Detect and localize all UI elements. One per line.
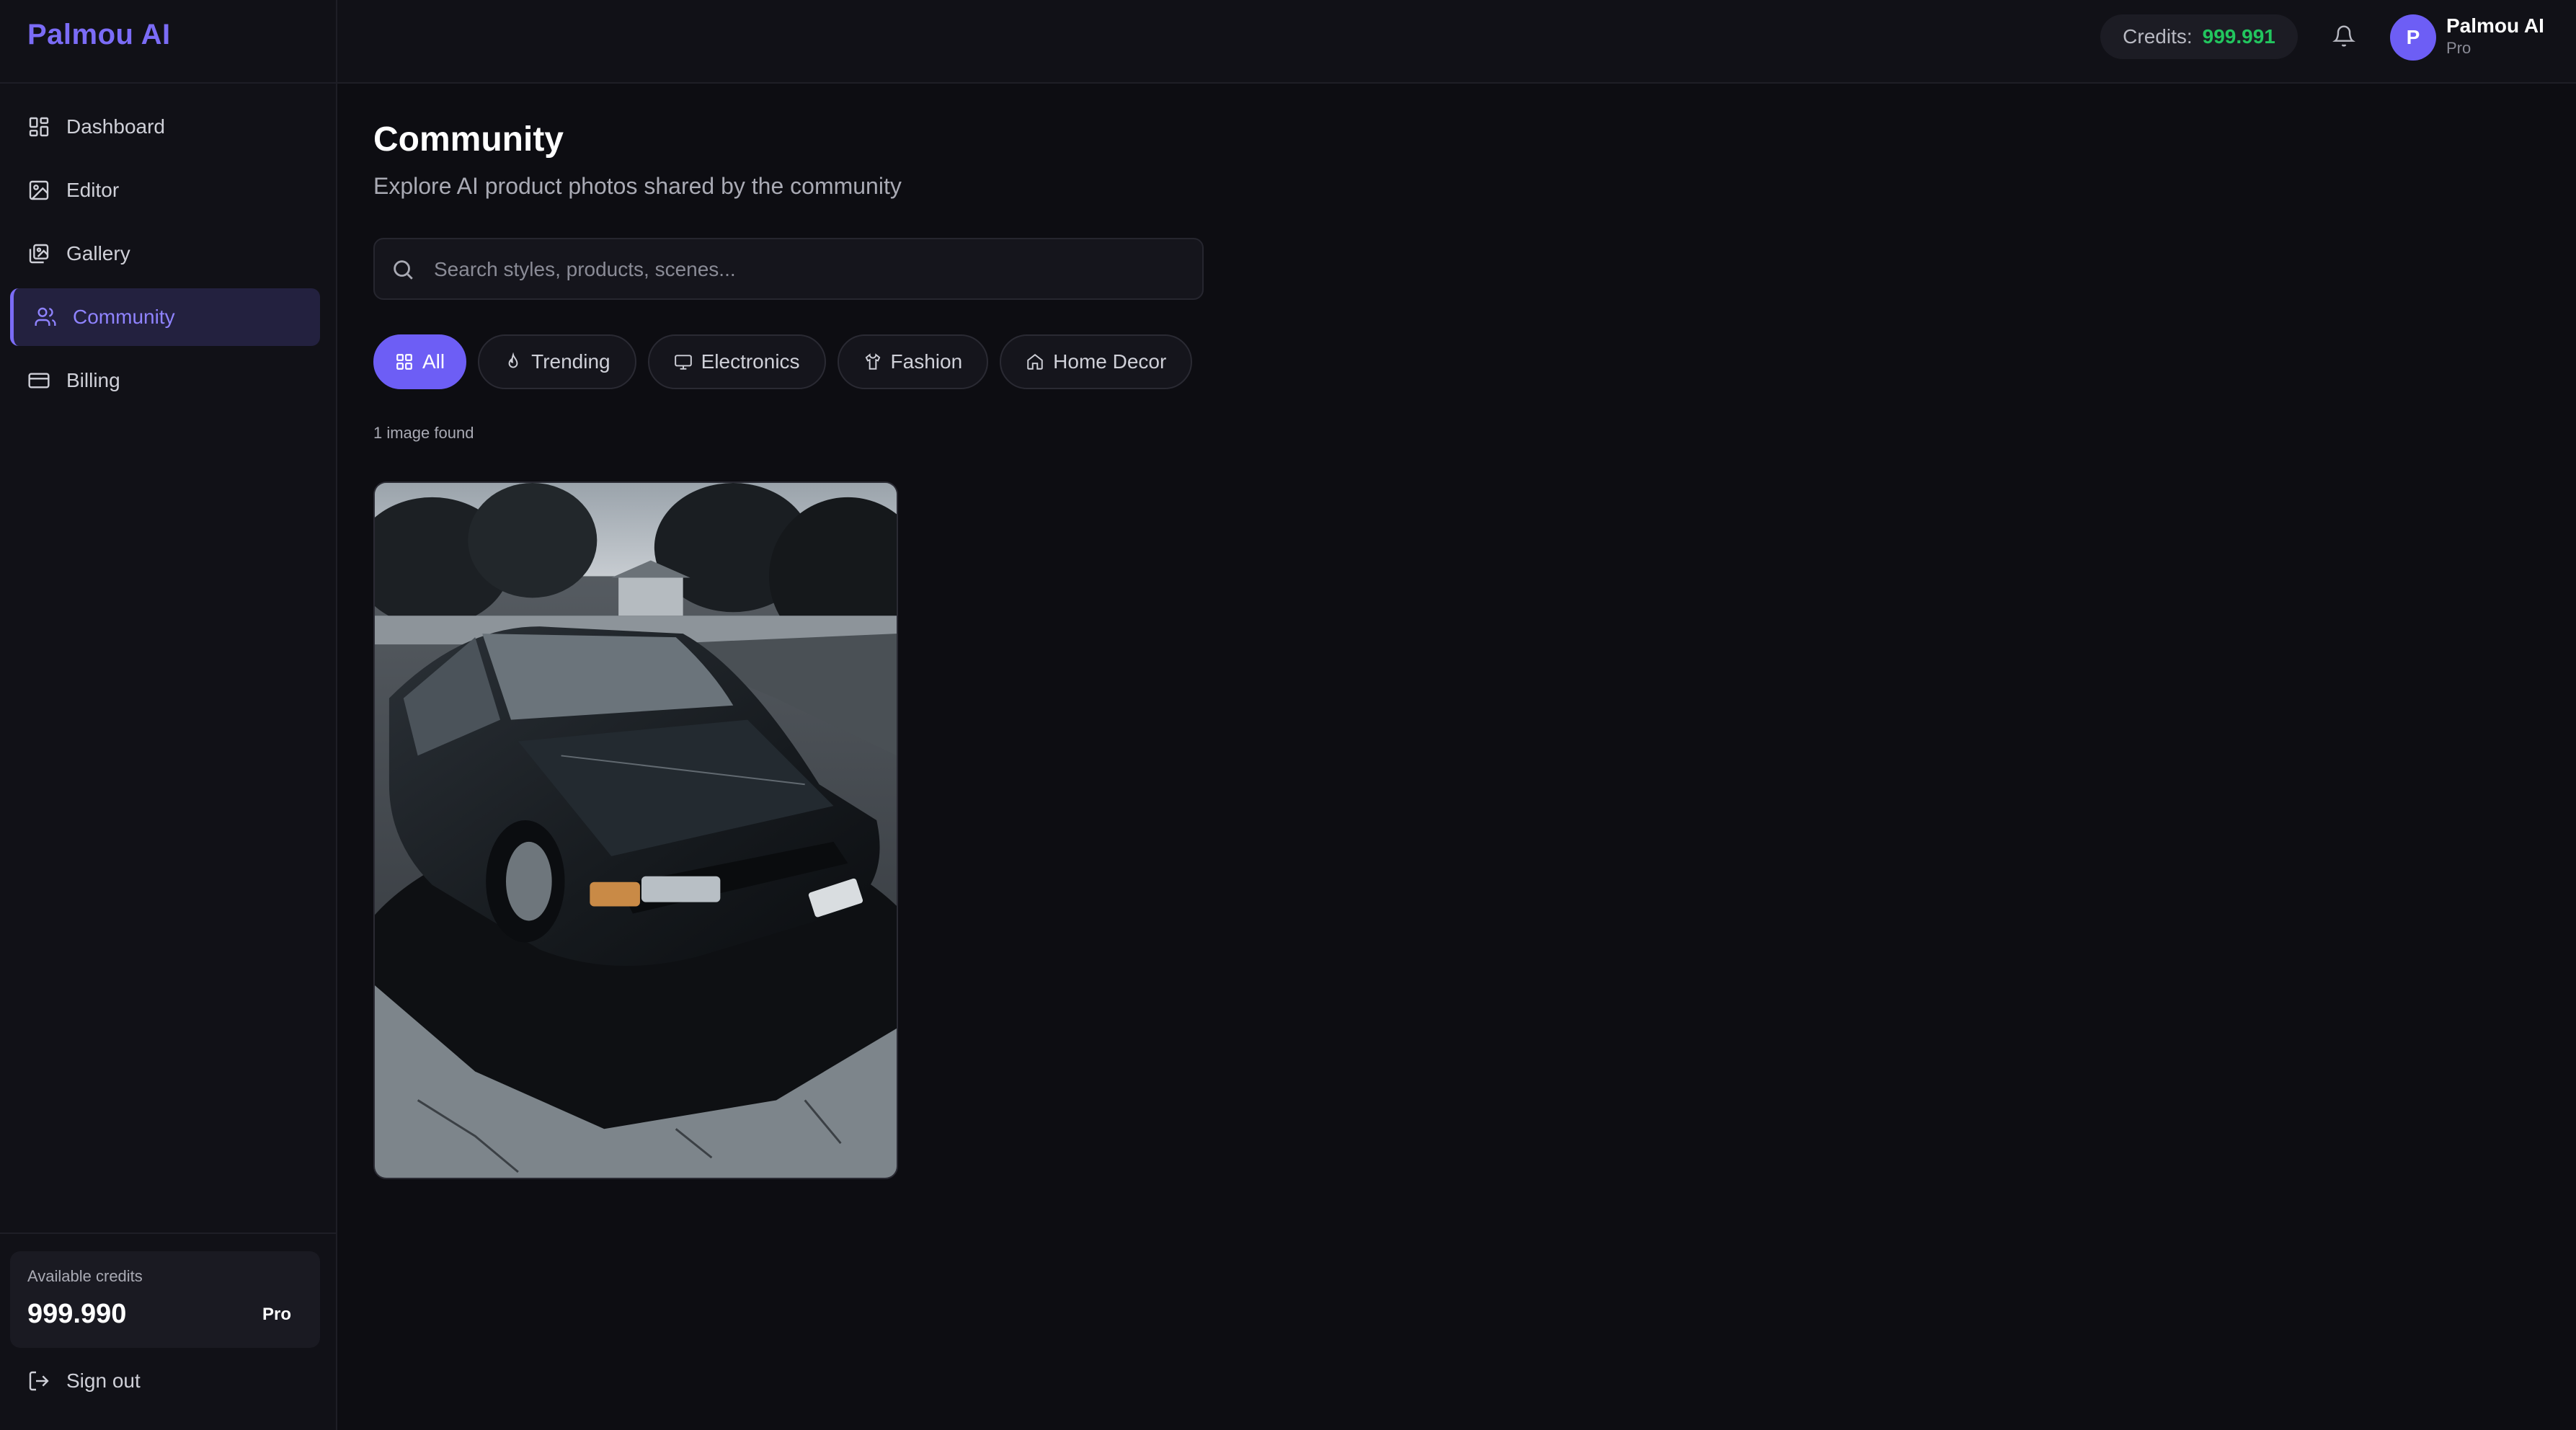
result-count: 1 image found xyxy=(373,424,474,442)
home-icon xyxy=(1027,354,1043,370)
sidebar: Palmou AI Dashboard Editor Gallery Commu… xyxy=(0,0,337,1430)
page-subtitle: Explore AI product photos shared by the … xyxy=(373,173,902,199)
search-bar xyxy=(373,238,1204,300)
sidebar-item-label: Community xyxy=(73,306,175,328)
credit-card-icon xyxy=(28,373,50,388)
sidebar-item-dashboard[interactable]: Dashboard xyxy=(10,98,320,156)
sidebar-item-gallery[interactable]: Gallery xyxy=(10,225,320,283)
divider xyxy=(0,1233,336,1234)
brand-logo[interactable]: Palmou AI xyxy=(27,19,171,51)
credits-pill-label: Credits: xyxy=(2123,25,2193,48)
filter-chip-electronics[interactable]: Electronics xyxy=(647,334,826,389)
monitor-icon xyxy=(674,355,692,370)
sidebar-item-label: Billing xyxy=(66,369,120,391)
sign-out-button[interactable]: Sign out xyxy=(27,1369,141,1393)
credits-card: Available credits 999.990 Pro xyxy=(10,1251,320,1348)
filter-chip-label: Fashion xyxy=(890,350,963,373)
user-name[interactable]: Palmou AI xyxy=(2446,14,2544,37)
sidebar-item-community[interactable]: Community xyxy=(10,288,320,346)
credits-pill: Credits: 999.991 xyxy=(2100,14,2298,59)
car-photo xyxy=(375,483,897,1178)
sidebar-item-label: Editor xyxy=(66,179,120,201)
community-image-card[interactable] xyxy=(373,481,898,1179)
grid-icon xyxy=(29,117,49,137)
sign-out-label: Sign out xyxy=(66,1369,141,1392)
log-out-icon xyxy=(29,1371,49,1391)
image-icon xyxy=(29,180,49,200)
bell-icon[interactable] xyxy=(2332,25,2355,48)
filter-chip-label: Trending xyxy=(531,350,610,373)
filter-chip-label: Home Decor xyxy=(1053,350,1167,373)
page-title: Community xyxy=(373,120,564,159)
sidebar-item-billing[interactable]: Billing xyxy=(10,352,320,409)
user-plan: Pro xyxy=(2446,39,2471,57)
search-input[interactable] xyxy=(432,239,1185,300)
flame-icon xyxy=(508,352,518,368)
sidebar-item-label: Dashboard xyxy=(66,115,165,138)
filter-chip-label: Electronics xyxy=(701,350,800,373)
sidebar-nav: Dashboard Editor Gallery Community Billi… xyxy=(10,98,320,415)
shirt-icon xyxy=(865,353,880,370)
app: Palmou AI Dashboard Editor Gallery Commu… xyxy=(0,0,2576,1430)
filter-chip-home-decor[interactable]: Home Decor xyxy=(1000,334,1193,389)
filter-chip-fashion[interactable]: Fashion xyxy=(837,334,989,389)
filter-chip-all[interactable]: All xyxy=(373,334,467,389)
divider xyxy=(0,82,336,84)
credits-pill-value: 999.991 xyxy=(2202,25,2275,48)
images-icon xyxy=(29,244,49,264)
sidebar-item-label: Gallery xyxy=(66,242,130,265)
search-icon xyxy=(394,260,413,280)
sidebar-item-editor[interactable]: Editor xyxy=(10,161,320,219)
users-icon xyxy=(35,307,56,326)
filter-chip-trending[interactable]: Trending xyxy=(478,334,636,389)
filter-chips: All Trending Electronics Fashion Home De… xyxy=(373,334,1204,389)
filter-chip-label: All xyxy=(422,350,445,373)
grid-icon xyxy=(396,354,412,370)
credits-label: Available credits xyxy=(27,1267,143,1285)
credits-value: 999.990 xyxy=(27,1299,127,1329)
plan-badge: Pro xyxy=(262,1305,291,1324)
avatar[interactable]: P xyxy=(2390,14,2436,61)
